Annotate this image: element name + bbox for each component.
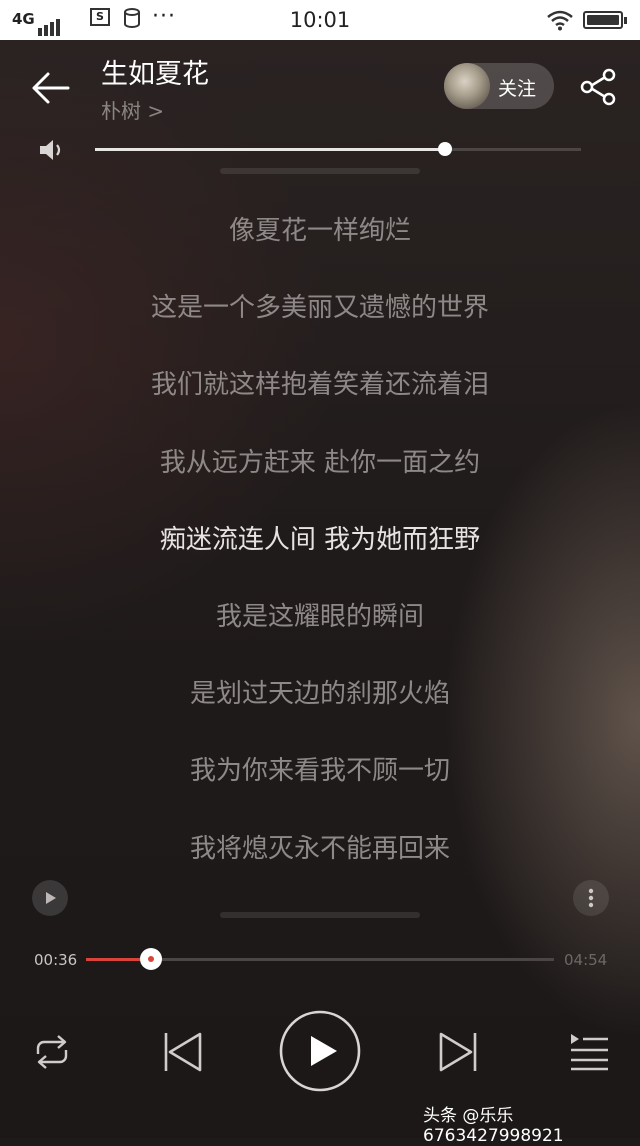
avatar[interactable]	[444, 63, 490, 109]
progress-knob[interactable]	[139, 948, 162, 970]
total-time: 04:54	[564, 951, 608, 969]
wifi-icon	[547, 10, 573, 31]
playlist-icon[interactable]	[568, 1030, 610, 1072]
lyric-line[interactable]: 我将熄灭永不能再回来	[0, 828, 640, 865]
player-background	[0, 40, 640, 1138]
lyric-line[interactable]: 我从远方赶来 赴你一面之约	[0, 442, 640, 479]
lyric-line[interactable]: 是划过天边的刹那火焰	[0, 673, 640, 710]
faded-lyric-bottom	[220, 912, 420, 918]
speaker-icon[interactable]	[38, 137, 66, 163]
lyric-line[interactable]: 我们就这样抱着笑着还流着泪	[0, 364, 640, 401]
volume-knob[interactable]	[437, 142, 452, 156]
volume-slider[interactable]	[95, 142, 581, 156]
current-time: 00:36	[34, 951, 78, 969]
back-arrow-icon[interactable]	[28, 66, 72, 110]
artist-link[interactable]: 朴树 >	[101, 95, 164, 124]
lyric-line[interactable]: 这是一个多美丽又遗憾的世界	[0, 287, 640, 324]
battery-icon	[583, 11, 627, 29]
status-bar: 4G S ··· 10:01	[0, 0, 640, 40]
more-options-icon[interactable]	[573, 880, 609, 916]
repeat-icon[interactable]	[30, 1030, 74, 1074]
share-icon[interactable]	[578, 67, 618, 107]
lyric-line[interactable]: 我是这耀眼的瞬间	[0, 596, 640, 633]
previous-track-icon[interactable]	[160, 1030, 204, 1074]
lyric-line[interactable]: 我为你来看我不顾一切	[0, 750, 640, 787]
follow-button[interactable]: 关注	[444, 63, 554, 109]
song-title: 生如夏花	[101, 59, 209, 90]
next-track-icon[interactable]	[437, 1030, 481, 1074]
follow-label: 关注	[498, 78, 537, 100]
mini-play-icon[interactable]	[32, 880, 68, 916]
volume-fill	[95, 148, 445, 151]
lyric-line-current[interactable]: 痴迷流连人间 我为她而狂野	[0, 519, 640, 556]
progress-bar[interactable]	[86, 948, 554, 970]
play-button[interactable]	[279, 1010, 361, 1092]
faded-lyric-top	[220, 168, 420, 174]
watermark-text: 头条 @乐乐6763427998921	[423, 1106, 564, 1146]
lyric-line[interactable]: 像夏花一样绚烂	[0, 210, 640, 247]
clock: 10:01	[289, 8, 351, 32]
